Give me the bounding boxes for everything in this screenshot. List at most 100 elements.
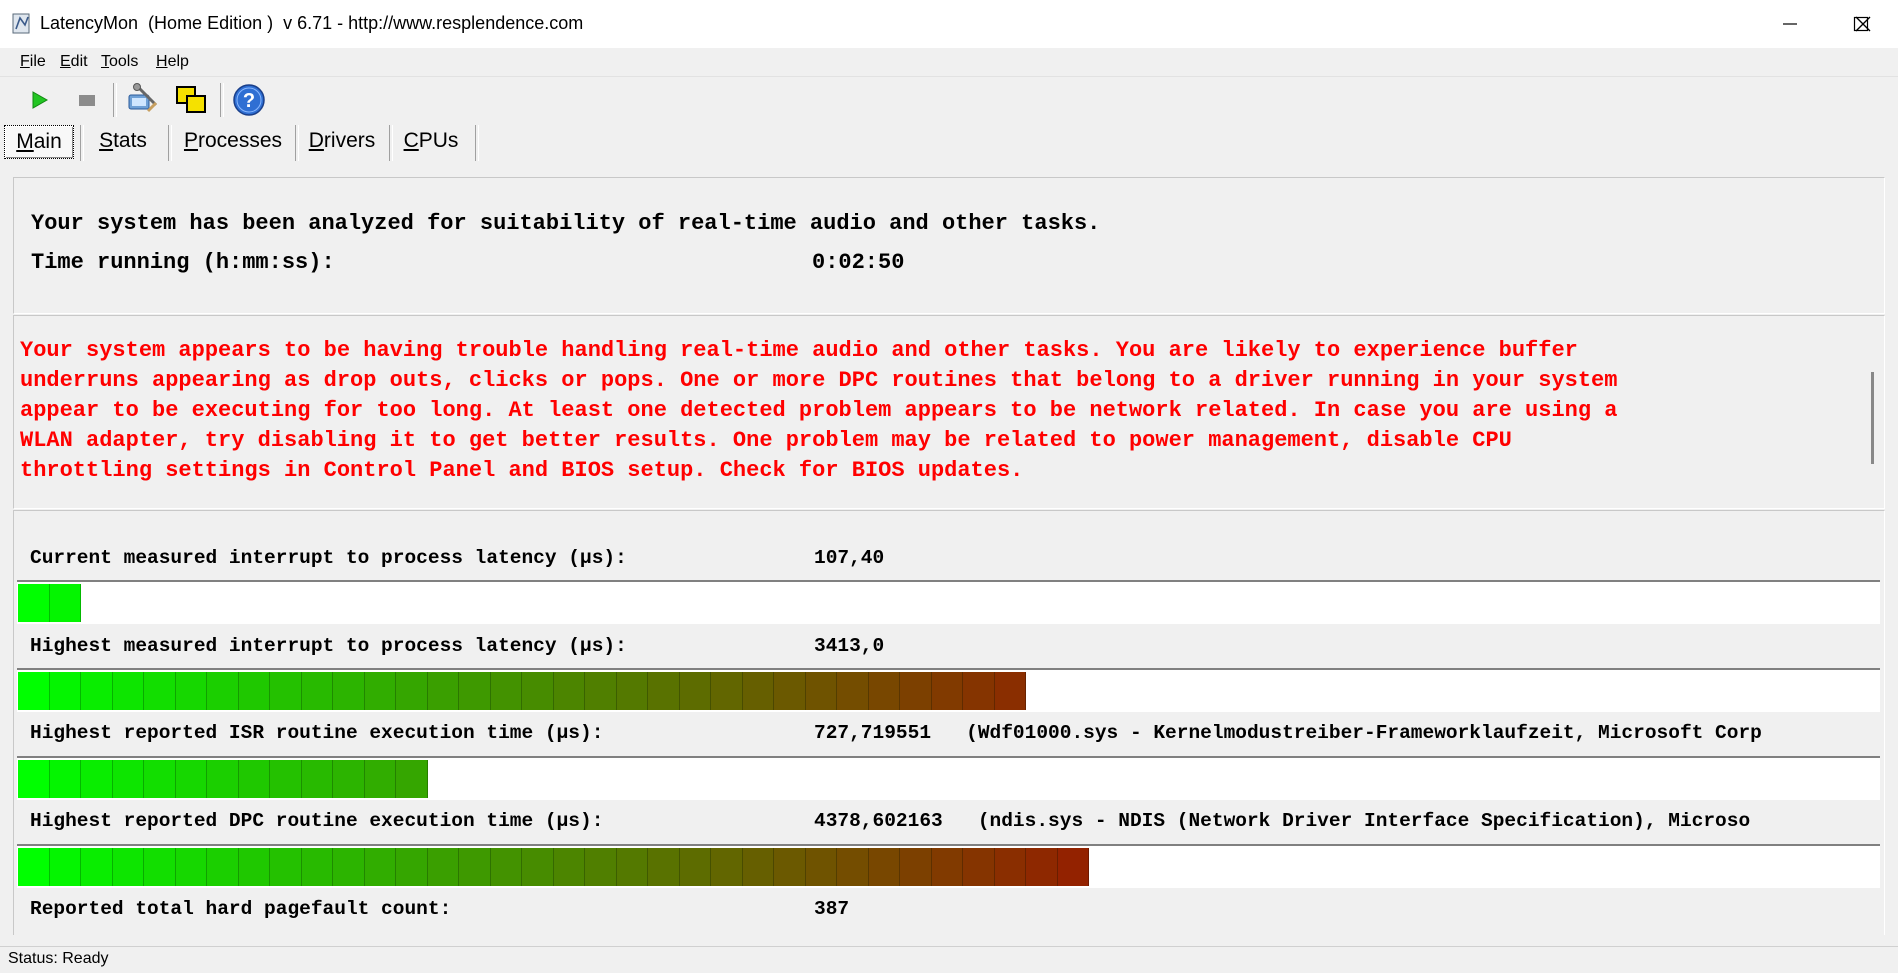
bar-segment — [616, 672, 648, 710]
bar-segment — [900, 848, 932, 886]
bar-segment — [1057, 848, 1089, 886]
bar-segment — [81, 848, 113, 886]
bar-segment — [18, 848, 50, 886]
pagefault-label: Reported total hard pagefault count: — [30, 898, 452, 920]
isr-time-value: 727,719551 (Wdf01000.sys - Kernelmodustr… — [814, 722, 1762, 744]
start-button[interactable] — [22, 83, 56, 117]
tab-main-mnemonic: M — [16, 130, 34, 153]
bar-segment — [900, 672, 932, 710]
bar-segment — [207, 760, 239, 798]
bar-segment — [270, 760, 302, 798]
minimize-icon — [1783, 23, 1797, 25]
menu-edit[interactable]: Edit — [60, 53, 88, 71]
tab-cpus-mnemonic: C — [403, 129, 419, 152]
highest-latency-bar-fill — [18, 672, 1026, 710]
close-button-area[interactable] — [1828, 0, 1898, 48]
bar-segment — [522, 672, 554, 710]
minimize-button[interactable] — [1755, 0, 1825, 48]
menu-bar: File Edit Tools Help — [0, 48, 1898, 77]
warning-scrollbar[interactable] — [1871, 372, 1874, 464]
bar-segment — [522, 848, 554, 886]
bar-segment — [238, 760, 270, 798]
dpc-time-bar — [17, 844, 1880, 888]
status-text: Status: Ready — [8, 950, 109, 967]
bar-segment — [112, 848, 144, 886]
bar-segment — [364, 672, 396, 710]
bar-segment — [459, 672, 491, 710]
current-latency-bar-fill — [18, 584, 81, 622]
help-button[interactable]: ? — [232, 83, 266, 117]
bar-segment — [364, 760, 396, 798]
time-running-label: Time running (h:mm:ss): — [31, 250, 335, 275]
menu-help-mnemonic: H — [156, 53, 168, 70]
tab-processes[interactable]: Processes — [178, 125, 288, 157]
menu-edit-label: dit — [70, 53, 88, 70]
bar-segment — [49, 584, 81, 622]
bar-segment — [931, 672, 963, 710]
tab-drivers-mnemonic: D — [308, 129, 324, 152]
bar-segment — [648, 672, 680, 710]
bar-segment — [396, 672, 428, 710]
bar-segment — [333, 760, 365, 798]
bar-segment — [931, 848, 963, 886]
windows-button[interactable] — [174, 83, 208, 117]
play-icon — [32, 91, 49, 109]
dpc-time-label: Highest reported DPC routine execution t… — [30, 810, 604, 832]
dpc-time-value: 4378,602163 (ndis.sys - NDIS (Network Dr… — [814, 810, 1751, 832]
windows-icon — [176, 86, 206, 113]
menu-tools-mnemonic: T — [101, 53, 109, 70]
warning-text: Your system appears to be having trouble… — [20, 338, 1618, 483]
bar-segment — [144, 848, 176, 886]
svg-text:?: ? — [243, 90, 255, 112]
menu-help[interactable]: Help — [156, 53, 189, 71]
bar-segment — [490, 672, 522, 710]
bar-segment — [553, 848, 585, 886]
bar-segment — [175, 848, 207, 886]
menu-file[interactable]: File — [20, 53, 46, 71]
tab-stats-label: tats — [113, 129, 147, 152]
bar-segment — [963, 848, 995, 886]
bar-segment — [553, 672, 585, 710]
bar-segment — [742, 848, 774, 886]
bar-segment — [238, 848, 270, 886]
window-title: LatencyMon (Home Edition ) v 6.71 - http… — [40, 13, 584, 33]
tab-main[interactable]: Main — [4, 125, 74, 159]
bar-segment — [1026, 848, 1058, 886]
tab-cpus-label: PUs — [418, 129, 459, 152]
pagefault-value: 387 — [814, 898, 850, 920]
bar-segment — [711, 848, 743, 886]
bar-segment — [270, 672, 302, 710]
bar-segment — [396, 848, 428, 886]
title-bar: LatencyMon (Home Edition ) v 6.71 - http… — [0, 0, 1898, 48]
tab-stats[interactable]: Stats — [90, 125, 156, 157]
bar-segment — [585, 848, 617, 886]
bar-segment — [112, 672, 144, 710]
tab-separator — [168, 125, 172, 161]
menu-file-label: ile — [29, 53, 46, 70]
current-latency-label: Current measured interrupt to process la… — [30, 547, 627, 569]
analysis-summary-text: Your system has been analyzed for suitab… — [31, 211, 1101, 236]
tools-button[interactable] — [126, 83, 160, 117]
toolbar-separator-2 — [220, 83, 224, 117]
bar-segment — [175, 760, 207, 798]
bar-segment — [427, 848, 459, 886]
tab-main-label: ain — [33, 130, 62, 153]
tab-bar: Main Stats Processes Drivers C PUs — [0, 121, 1898, 161]
menu-tools[interactable]: Tools — [101, 53, 138, 71]
stop-button[interactable] — [69, 83, 103, 117]
bar-segment — [364, 848, 396, 886]
bar-segment — [207, 672, 239, 710]
bar-segment — [994, 672, 1026, 710]
tab-cpus[interactable]: C PUs — [398, 125, 464, 157]
bar-segment — [837, 848, 869, 886]
highest-latency-value: 3413,0 — [814, 635, 885, 657]
tab-drivers[interactable]: Drivers — [304, 125, 380, 157]
tab-separator — [295, 125, 299, 161]
menu-help-label: elp — [167, 53, 189, 70]
bar-segment — [301, 848, 333, 886]
latencymon-app-icon — [12, 13, 32, 35]
bar-segment — [679, 672, 711, 710]
bar-segment — [207, 848, 239, 886]
bar-segment — [994, 848, 1026, 886]
bar-segment — [648, 848, 680, 886]
